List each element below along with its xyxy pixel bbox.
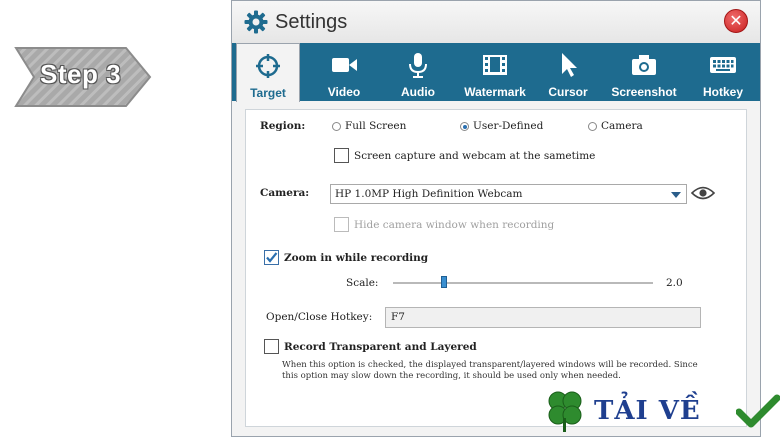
- checkmark-icon: [266, 252, 278, 263]
- hide-camera-label: Hide camera window when recording: [354, 219, 555, 231]
- watermark-text: TẢI VỀ: [594, 396, 701, 426]
- tab-label-screenshot: Screenshot: [611, 85, 677, 99]
- eye-icon[interactable]: [691, 185, 715, 201]
- tab-label-watermark: Watermark: [464, 85, 526, 99]
- tab-hotkey[interactable]: Hotkey: [690, 43, 756, 101]
- hotkey-label: Open/Close Hotkey:: [266, 311, 373, 323]
- settings-window: Settings ✕ Target Video Audio Watermark …: [231, 0, 761, 437]
- radio-user-defined[interactable]: [460, 122, 469, 131]
- tab-audio[interactable]: Audio: [386, 43, 450, 101]
- video-camera-icon: [332, 58, 357, 72]
- screen-webcam-label: Screen capture and webcam at the sametim…: [354, 150, 596, 162]
- step-badge: Step 3: [14, 46, 152, 108]
- tab-bar: Target Video Audio Watermark Cursor Scre…: [232, 43, 760, 102]
- radio-camera[interactable]: [588, 122, 597, 131]
- tab-screenshot[interactable]: Screenshot: [604, 43, 684, 101]
- tab-label-video: Video: [327, 85, 361, 99]
- camera-label: Camera:: [260, 187, 310, 199]
- target-settings-panel: Region: Full Screen User-Defined Camera …: [245, 109, 747, 427]
- camera-select-value: HP 1.0MP High Definition Webcam: [335, 188, 523, 200]
- radio-label-user-defined: User-Defined: [473, 120, 544, 132]
- microphone-icon: [409, 53, 427, 78]
- keyboard-icon: [710, 57, 736, 73]
- title-bar: Settings ✕: [232, 1, 760, 44]
- hide-camera-checkbox[interactable]: [334, 217, 349, 232]
- scale-slider-thumb[interactable]: [441, 276, 447, 288]
- cursor-icon: [562, 53, 577, 77]
- watermark-logo: TẢI VỀ: [542, 388, 780, 434]
- tab-cursor[interactable]: Cursor: [538, 43, 598, 101]
- record-layered-checkbox[interactable]: [264, 339, 279, 354]
- tab-label-target: Target: [250, 86, 286, 100]
- scale-slider-track[interactable]: [393, 282, 653, 284]
- close-button[interactable]: ✕: [724, 9, 748, 33]
- radio-full-screen[interactable]: [332, 122, 341, 131]
- target-icon: [256, 54, 280, 78]
- screen-webcam-checkbox[interactable]: [334, 148, 349, 163]
- scale-value: 2.0: [666, 277, 683, 289]
- tab-watermark[interactable]: Watermark: [456, 43, 534, 101]
- step-label: Step 3: [40, 59, 122, 89]
- tab-label-cursor: Cursor: [548, 85, 588, 99]
- radio-label-full-screen: Full Screen: [345, 120, 407, 132]
- clover-icon: [548, 391, 582, 432]
- camera-icon: [632, 55, 656, 75]
- tab-label-audio: Audio: [401, 85, 435, 99]
- radio-label-camera: Camera: [601, 120, 643, 132]
- film-icon: [483, 55, 507, 75]
- hotkey-input[interactable]: F7: [385, 307, 701, 328]
- tab-video[interactable]: Video: [310, 43, 378, 101]
- camera-select[interactable]: HP 1.0MP High Definition Webcam: [330, 184, 687, 204]
- tab-label-hotkey: Hotkey: [702, 85, 743, 99]
- chevron-down-icon: [671, 192, 681, 198]
- zoom-checkbox[interactable]: [264, 250, 279, 265]
- record-layered-label: Record Transparent and Layered: [284, 341, 477, 353]
- close-icon: ✕: [729, 11, 743, 30]
- tab-target[interactable]: Target: [236, 43, 300, 102]
- region-label: Region:: [260, 120, 306, 132]
- scale-label: Scale:: [346, 277, 379, 289]
- gear-icon: [244, 10, 268, 34]
- zoom-label: Zoom in while recording: [284, 252, 429, 264]
- record-layered-note: When this option is checked, the display…: [282, 360, 698, 381]
- hotkey-input-value: F7: [391, 311, 405, 323]
- checkmark-logo-icon: [736, 394, 780, 428]
- window-title: Settings: [275, 11, 348, 33]
